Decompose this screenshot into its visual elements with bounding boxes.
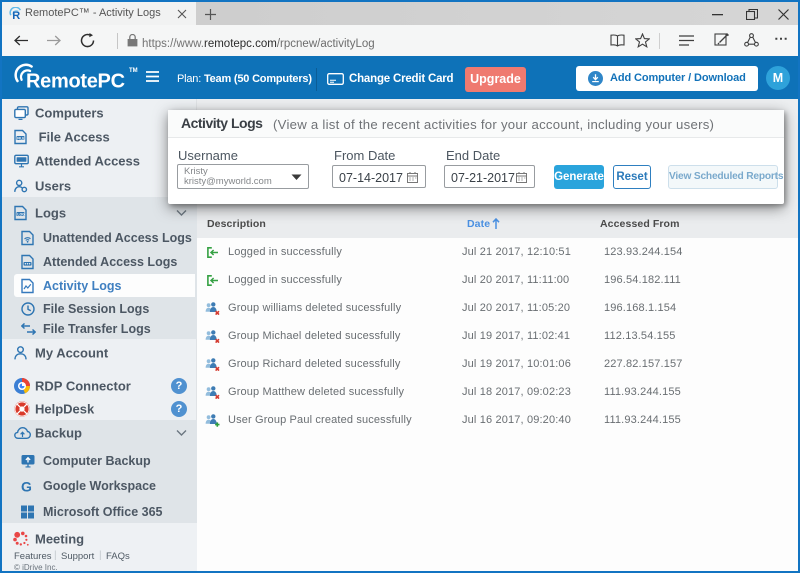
svg-text:RemotePC: RemotePC [26, 71, 125, 93]
svg-text:G: G [21, 479, 32, 493]
svg-text:R: R [12, 10, 20, 20]
svg-text:LOG: LOG [17, 212, 25, 216]
svg-text:TM: TM [129, 68, 138, 74]
svg-text:FILE: FILE [17, 136, 25, 140]
